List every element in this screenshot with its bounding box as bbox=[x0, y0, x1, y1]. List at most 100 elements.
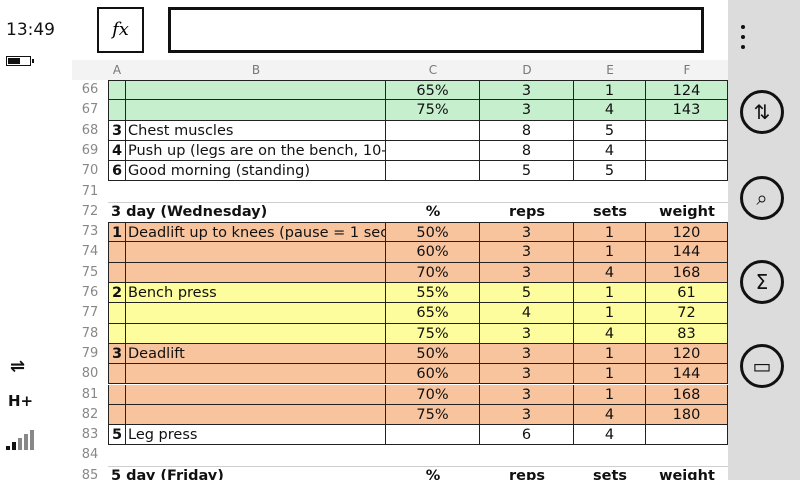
table-cell[interactable] bbox=[646, 425, 728, 446]
table-cell[interactable] bbox=[126, 364, 386, 385]
table-cell[interactable]: 61 bbox=[646, 283, 728, 304]
row-header[interactable]: 83 bbox=[72, 425, 108, 446]
table-cell[interactable]: Leg press bbox=[126, 425, 386, 446]
table-cell[interactable]: 3 bbox=[480, 364, 574, 385]
row-header[interactable]: 82 bbox=[72, 404, 108, 426]
table-cell[interactable] bbox=[126, 404, 386, 426]
autosum-button[interactable]: Σ bbox=[740, 260, 784, 304]
row-header[interactable]: 81 bbox=[72, 384, 108, 405]
table-cell[interactable] bbox=[108, 445, 126, 465]
table-cell[interactable]: 70% bbox=[386, 384, 480, 405]
table-cell[interactable] bbox=[108, 182, 126, 202]
table-cell[interactable]: 5 bbox=[108, 425, 126, 446]
table-cell[interactable]: 75% bbox=[386, 100, 480, 121]
table-cell[interactable]: Deadlift up to knees (pause = 1 sec) bbox=[126, 222, 386, 243]
table-cell[interactable] bbox=[126, 80, 386, 101]
table-cell[interactable]: % bbox=[386, 466, 480, 480]
table-cell[interactable] bbox=[574, 445, 646, 465]
table-cell[interactable] bbox=[646, 161, 728, 182]
table-cell[interactable]: 5 bbox=[574, 120, 646, 141]
table-cell[interactable]: 1 bbox=[574, 303, 646, 324]
table-cell[interactable] bbox=[386, 120, 480, 141]
table-cell[interactable]: 60% bbox=[386, 364, 480, 385]
table-cell[interactable]: 8 bbox=[480, 120, 574, 141]
row-header[interactable]: 71 bbox=[72, 181, 108, 202]
row-header[interactable]: 72 bbox=[72, 201, 108, 223]
row-header[interactable]: 69 bbox=[72, 140, 108, 162]
table-cell[interactable]: 3 bbox=[480, 323, 574, 344]
table-cell[interactable]: 4 bbox=[108, 140, 126, 162]
table-cell[interactable]: 3 bbox=[480, 343, 574, 365]
table-cell[interactable] bbox=[646, 120, 728, 141]
table-cell[interactable]: 50% bbox=[386, 343, 480, 365]
table-cell[interactable]: 3 bbox=[480, 242, 574, 263]
table-cell[interactable] bbox=[646, 140, 728, 162]
table-cell[interactable]: 65% bbox=[386, 80, 480, 101]
table-cell[interactable]: 83 bbox=[646, 323, 728, 344]
table-cell[interactable]: weight bbox=[646, 466, 728, 480]
row-header[interactable]: 77 bbox=[72, 303, 108, 324]
table-cell[interactable]: 168 bbox=[646, 384, 728, 405]
row-header[interactable]: 73 bbox=[72, 222, 108, 243]
table-cell[interactable]: 1 bbox=[574, 242, 646, 263]
table-cell[interactable]: 72 bbox=[646, 303, 728, 324]
table-cell[interactable]: 5 bbox=[480, 283, 574, 304]
table-cell[interactable]: Good morning (standing) bbox=[126, 161, 386, 182]
table-cell[interactable] bbox=[126, 182, 386, 202]
table-cell[interactable]: 75% bbox=[386, 323, 480, 344]
table-cell[interactable] bbox=[108, 242, 126, 263]
table-cell[interactable]: 3 bbox=[480, 80, 574, 101]
table-cell[interactable]: 124 bbox=[646, 80, 728, 101]
table-cell[interactable] bbox=[108, 323, 126, 344]
table-cell[interactable]: 4 bbox=[574, 100, 646, 121]
table-cell[interactable] bbox=[108, 303, 126, 324]
row-header[interactable]: 80 bbox=[72, 364, 108, 385]
table-cell[interactable] bbox=[108, 404, 126, 426]
table-cell[interactable]: 75% bbox=[386, 404, 480, 426]
row-header[interactable]: 84 bbox=[72, 445, 108, 466]
table-cell[interactable]: 144 bbox=[646, 242, 728, 263]
row-header[interactable]: 85 bbox=[72, 465, 108, 480]
table-cell[interactable] bbox=[108, 384, 126, 405]
table-cell[interactable] bbox=[126, 303, 386, 324]
table-cell[interactable] bbox=[574, 182, 646, 202]
table-cell[interactable]: 60% bbox=[386, 242, 480, 263]
sort-button[interactable]: ⇅ bbox=[740, 90, 784, 134]
table-cell[interactable]: sets bbox=[574, 202, 646, 222]
row-header[interactable]: 70 bbox=[72, 161, 108, 182]
table-cell[interactable]: 70% bbox=[386, 262, 480, 283]
table-cell[interactable]: 1 bbox=[574, 364, 646, 385]
table-cell[interactable]: 6 bbox=[108, 161, 126, 182]
table-cell[interactable]: 55% bbox=[386, 283, 480, 304]
table-cell[interactable]: Bench press bbox=[126, 283, 386, 304]
table-cell[interactable]: 8 bbox=[480, 140, 574, 162]
table-cell[interactable]: 4 bbox=[574, 262, 646, 283]
table-cell[interactable]: 6 bbox=[480, 425, 574, 446]
table-cell[interactable] bbox=[480, 182, 574, 202]
table-cell[interactable]: 168 bbox=[646, 262, 728, 283]
table-cell[interactable] bbox=[386, 140, 480, 162]
table-cell[interactable] bbox=[386, 445, 480, 465]
table-cell[interactable]: 4 bbox=[574, 404, 646, 426]
table-cell[interactable]: 1 bbox=[108, 222, 126, 243]
row-header[interactable]: 79 bbox=[72, 343, 108, 365]
table-cell[interactable] bbox=[126, 445, 386, 465]
table-cell[interactable]: 144 bbox=[646, 364, 728, 385]
table-cell[interactable] bbox=[646, 182, 728, 202]
table-cell[interactable] bbox=[386, 182, 480, 202]
table-cell[interactable] bbox=[126, 384, 386, 405]
row-header[interactable]: 68 bbox=[72, 120, 108, 141]
table-cell[interactable] bbox=[126, 323, 386, 344]
table-cell[interactable]: % bbox=[386, 202, 480, 222]
table-cell[interactable]: 1 bbox=[574, 343, 646, 365]
row-header[interactable]: 74 bbox=[72, 242, 108, 263]
formula-input[interactable] bbox=[168, 7, 704, 53]
table-cell[interactable]: weight bbox=[646, 202, 728, 222]
table-cell[interactable]: 5 bbox=[574, 161, 646, 182]
select-all-corner[interactable] bbox=[72, 60, 108, 80]
table-cell[interactable]: 65% bbox=[386, 303, 480, 324]
more-options-icon[interactable] bbox=[736, 22, 750, 52]
table-cell[interactable]: 3 bbox=[480, 404, 574, 426]
table-cell[interactable]: 4 bbox=[480, 303, 574, 324]
table-cell[interactable] bbox=[480, 445, 574, 465]
